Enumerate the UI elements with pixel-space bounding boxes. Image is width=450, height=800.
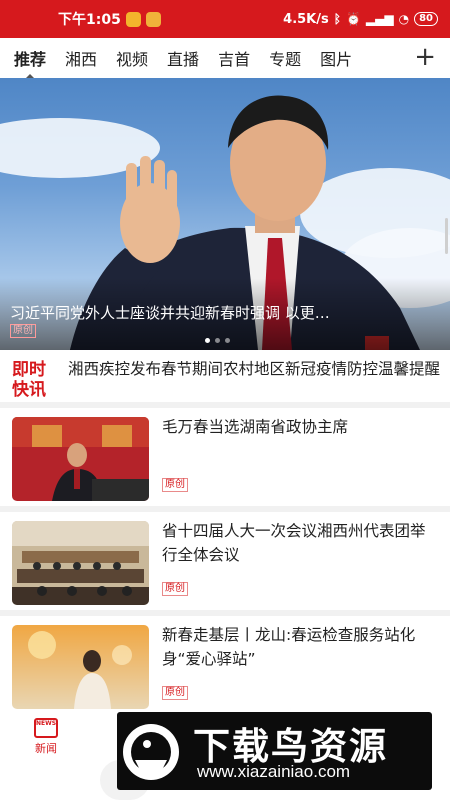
tab-topics[interactable]: 专题 [269,46,301,70]
signal-icon: ▂▄▆ [365,12,394,26]
news-thumbnail [12,417,149,501]
flash-news[interactable]: 即时 快讯 湘西疾控发布春节期间农村地区新冠疫情防控温馨提醒 [0,350,450,408]
original-badge: 原创 [162,686,188,700]
tab-recommend[interactable]: 推荐 [14,46,46,79]
status-bar: 下午1:05 4.5K/s ᛒ ⏰ ▂▄▆ ◔ 80 [0,0,450,38]
flash-news-badge: 即时 快讯 [12,360,58,400]
tab-live[interactable]: 直播 [167,46,199,70]
carousel-dot[interactable] [225,338,230,343]
scrollbar [445,218,448,254]
add-channel-icon[interactable]: + [414,43,436,71]
watermark-url: www.xiazainiao.com [197,762,351,781]
hero-banner[interactable]: 习近平同党外人士座谈并共迎新春时强调 以更… 原创 [0,78,450,350]
newspaper-icon-text: NEWS [36,720,57,727]
news-title[interactable]: 省十四届人大一次会议湘西州代表团举行全体会议 [162,519,440,567]
notification-message-icon [145,11,161,27]
status-right: 4.5K/s ᛒ ⏰ ▂▄▆ ◔ 80 [283,12,438,27]
original-badge: 原创 [162,582,188,596]
news-list-item[interactable]: 省十四届人大一次会议湘西州代表团举行全体会议 原创 [0,512,450,616]
nav-news[interactable]: NEWS 新闻 [26,718,66,756]
tab-video[interactable]: 视频 [116,46,148,70]
channel-tab-bar: 推荐 湘西 视频 直播 吉首 专题 图片 + [0,38,450,79]
wifi-icon: ◔ [398,12,410,26]
carousel-dot[interactable] [205,338,210,343]
battery-icon: 80 [414,12,438,26]
newspaper-icon: NEWS [34,718,58,738]
carousel-dot[interactable] [215,338,220,343]
news-thumbnail [12,625,149,709]
flash-badge-line1: 即时 [12,360,46,380]
news-list-item[interactable]: 新春走基层丨龙山:春运检查服务站化身“爱心驿站” 原创 [0,616,450,720]
news-title[interactable]: 毛万春当选湖南省政协主席 [162,415,440,439]
news-thumbnail [12,521,149,605]
carousel-indicator [205,338,230,343]
tab-xiangxi[interactable]: 湘西 [65,46,97,70]
alarm-icon: ⏰ [345,12,361,26]
tab-fade [386,38,410,78]
original-badge: 原创 [162,478,188,492]
flash-badge-line2: 快讯 [12,380,46,400]
bird-logo-icon [123,724,179,780]
notification-app-icon [125,11,141,27]
flash-news-text[interactable]: 湘西疾控发布春节期间农村地区新冠疫情防控温馨提醒 [68,359,440,380]
status-time: 下午1:05 [58,12,121,28]
tab-jishou[interactable]: 吉首 [218,46,250,70]
hero-title[interactable]: 习近平同党外人士座谈并共迎新春时强调 以更… [10,302,440,323]
bluetooth-icon: ᛒ [333,12,341,26]
news-title[interactable]: 新春走基层丨龙山:春运检查服务站化身“爱心驿站” [162,623,440,671]
watermark-banner: 下载鸟资源 www.xiazainiao.com [117,712,432,790]
original-badge: 原创 [10,324,36,338]
news-list-item[interactable]: 毛万春当选湖南省政协主席 原创 [0,408,450,512]
network-speed: 4.5K/s [283,11,329,27]
nav-news-label: 新闻 [35,742,57,755]
tab-pictures[interactable]: 图片 [320,46,352,70]
